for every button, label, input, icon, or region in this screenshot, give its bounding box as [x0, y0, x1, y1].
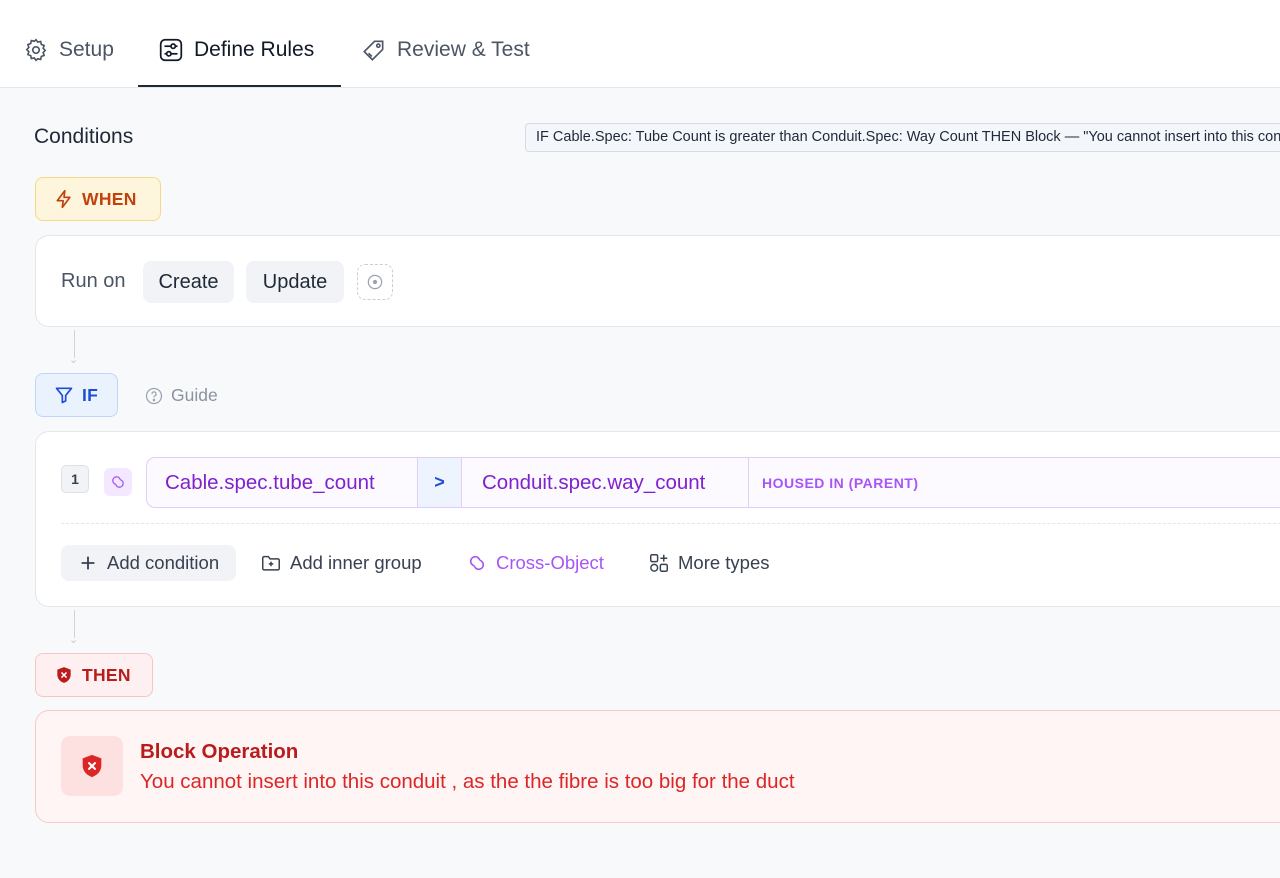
cross-object-badge [104, 468, 132, 496]
then-badge: THEN [35, 653, 153, 697]
link-icon [469, 555, 485, 571]
add-circle-icon [367, 274, 383, 290]
tab-setup-label: Setup [59, 38, 114, 61]
add-trigger-button[interactable] [357, 264, 393, 300]
add-condition-label: Add condition [107, 552, 220, 573]
trigger-update-chip[interactable]: Update [246, 261, 344, 303]
guide-label: Guide [171, 385, 218, 405]
rule-editor-body: Conditions IF Cable.Spec: Tube Count is … [0, 88, 1280, 878]
chevron-down-icon: ⌄ [69, 354, 79, 366]
then-card: Block Operation You cannot insert into t… [35, 710, 1280, 823]
guide-link[interactable]: Guide [144, 385, 218, 406]
rule-editor-tabs: Setup Define Rules Review & Test [0, 0, 1280, 88]
block-icon-tile [61, 736, 123, 796]
add-inner-group-button[interactable]: Add inner group [260, 545, 422, 581]
shapes-icon [650, 554, 668, 572]
tab-define-rules-label: Define Rules [194, 38, 315, 61]
shield-x-icon [57, 667, 71, 683]
right-field[interactable]: Conduit.spec.way_count [462, 458, 749, 507]
if-label: IF [82, 384, 99, 405]
gear-icon [23, 37, 49, 63]
then-label: THEN [82, 664, 131, 685]
filter-icon [55, 387, 73, 404]
trigger-create-chip[interactable]: Create [143, 261, 234, 303]
lightning-icon [56, 189, 71, 209]
block-operation-title: Block Operation [140, 740, 299, 763]
when-badge: WHEN [35, 177, 161, 221]
if-badge: IF [35, 373, 118, 417]
more-types-label: More types [678, 552, 770, 573]
relation-tag: HOUSED IN (PARENT) [762, 474, 919, 491]
tag-icon [361, 37, 387, 63]
active-tab-indicator [138, 85, 341, 87]
tab-review-test-label: Review & Test [397, 38, 530, 61]
tab-review-test[interactable]: Review & Test [361, 38, 530, 88]
conditions-title: Conditions [34, 125, 134, 148]
operator-select[interactable]: > [417, 458, 462, 507]
cross-object-button[interactable]: Cross-Object [466, 545, 604, 581]
if-card: 1 Cable.spec.tube_count > Conduit.spec.w… [35, 431, 1280, 607]
help-circle-icon [145, 387, 163, 404]
plus-icon [81, 556, 95, 570]
tab-setup[interactable]: Setup [23, 38, 114, 88]
sliders-icon [158, 37, 184, 63]
tab-define-rules[interactable]: Define Rules [158, 38, 314, 88]
when-card: Run on Create Update [35, 235, 1280, 327]
when-label: WHEN [82, 188, 137, 209]
add-inner-group-label: Add inner group [290, 552, 422, 573]
left-field[interactable]: Cable.spec.tube_count [147, 458, 417, 507]
divider [61, 523, 1280, 524]
link-icon [112, 476, 124, 488]
shield-x-icon [82, 754, 102, 778]
condition-number: 1 [61, 465, 89, 493]
cross-object-label: Cross-Object [496, 552, 604, 573]
folder-plus-icon [262, 555, 280, 571]
rule-summary: IF Cable.Spec: Tube Count is greater tha… [525, 123, 1280, 152]
run-on-label: Run on [61, 270, 126, 292]
more-types-button[interactable]: More types [648, 545, 770, 581]
chevron-down-icon: ⌄ [69, 634, 79, 646]
block-message: You cannot insert into this conduit , as… [140, 770, 795, 793]
add-condition-button[interactable]: Add condition [61, 545, 236, 581]
condition-expression[interactable]: Cable.spec.tube_count > Conduit.spec.way… [146, 457, 1280, 508]
